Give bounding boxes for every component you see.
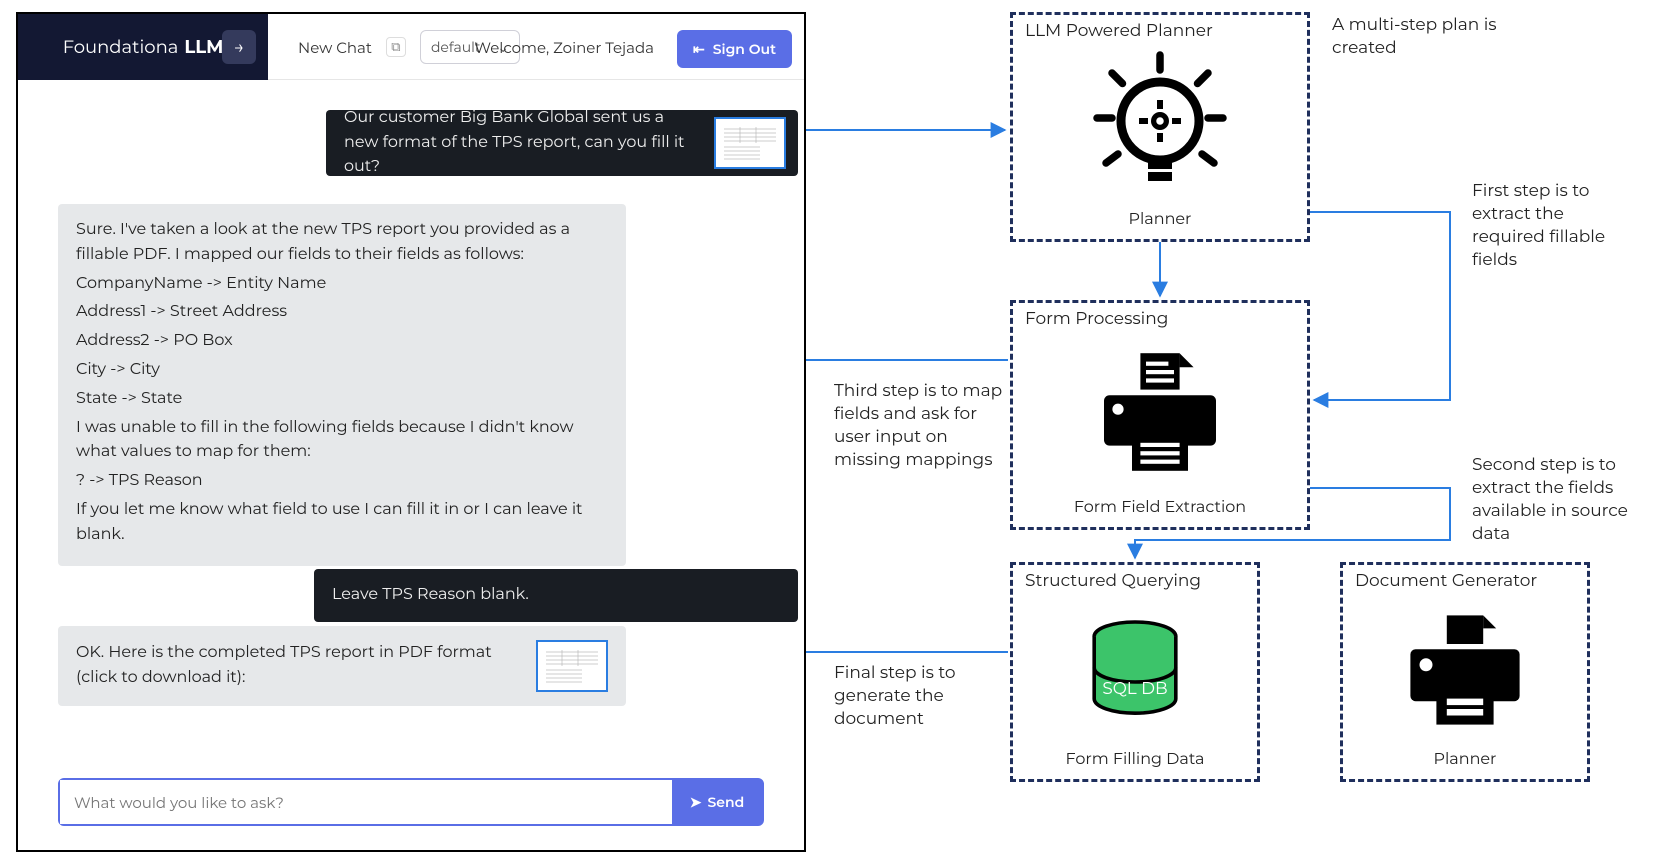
chat-input-bar: ➤ Send: [58, 778, 764, 826]
sign-out-label: Sign Out: [713, 40, 776, 58]
message-bot-2: OK. Here is the completed TPS report in …: [58, 626, 626, 706]
brand: FoundationaLLM →: [18, 14, 268, 80]
message-user-1: Our customer Big Bank Global sent us a n…: [326, 110, 798, 176]
box-form-title: Form Processing: [1025, 309, 1295, 329]
chat-header: FoundationaLLM → New Chat ⧉ default ⌄ We…: [18, 14, 804, 80]
message-user-2: Leave TPS Reason blank.: [314, 569, 798, 622]
brand-prefix: Foundationa: [63, 36, 179, 58]
box-gen-title: Document Generator: [1355, 571, 1575, 591]
bot1-line6: I was unable to fill in the following fi…: [76, 416, 608, 466]
bot1-line7: ? -> TPS Reason: [76, 469, 608, 494]
sign-out-icon: ⇤: [693, 40, 705, 58]
printer-form-icon: [1013, 337, 1307, 487]
annot-step2: Second step is to extract the fields ava…: [1472, 454, 1642, 546]
box-structured-querying: Structured Querying SQL DB Form Filling …: [1010, 562, 1260, 782]
model-select-value: default: [431, 38, 481, 56]
copy-icon[interactable]: ⧉: [386, 37, 406, 57]
annot-step1: First step is to extract the required fi…: [1472, 180, 1632, 272]
box-gen-caption: Planner: [1343, 750, 1587, 769]
box-form-processing: Form Processing Form Field Extraction: [1010, 300, 1310, 530]
attachment-tps-form-thumb[interactable]: [714, 117, 786, 169]
new-chat-label[interactable]: New Chat: [298, 38, 372, 57]
send-label: Send: [707, 793, 744, 811]
box-planner: LLM Powered Planner: [1010, 12, 1310, 242]
message-user-1-text: Our customer Big Bank Global sent us a n…: [344, 106, 700, 180]
message-bot-1: Sure. I've taken a look at the new TPS r…: [58, 204, 626, 566]
bot1-line5: State -> State: [76, 387, 608, 412]
bot1-line3: Address2 -> PO Box: [76, 329, 608, 354]
send-button[interactable]: ➤ Send: [672, 780, 762, 824]
chat-input[interactable]: [60, 780, 672, 824]
form-thumb-icon: [720, 123, 780, 163]
lightbulb-gear-icon: [1013, 49, 1307, 199]
box-planner-title: LLM Powered Planner: [1025, 21, 1295, 41]
arrow-right-icon: →: [234, 36, 245, 58]
message-user-2-text: Leave TPS Reason blank.: [332, 585, 529, 604]
database-icon: SQL DB: [1013, 605, 1257, 735]
box-form-caption: Form Field Extraction: [1013, 498, 1307, 517]
bot1-line8: If you let me know what field to use I c…: [76, 498, 608, 548]
bot1-line4: City -> City: [76, 358, 608, 383]
annot-final: Final step is to generate the document: [834, 662, 1014, 731]
annot-plan: A multi-step plan is created: [1332, 14, 1512, 60]
chat-window: FoundationaLLM → New Chat ⧉ default ⌄ We…: [16, 12, 806, 852]
collapse-sidebar-button[interactable]: →: [222, 30, 256, 64]
annot-step3: Third step is to map fields and ask for …: [834, 380, 1014, 472]
bot1-line2: Address1 -> Street Address: [76, 300, 608, 325]
box-query-title: Structured Querying: [1025, 571, 1245, 591]
box-document-generator: Document Generator Planner: [1340, 562, 1590, 782]
attachment-download-thumb[interactable]: [536, 640, 608, 692]
brand-suffix: LLM: [184, 36, 223, 58]
welcome-label: Welcome, Zoiner Tejada: [474, 14, 654, 80]
message-bot-2-text: OK. Here is the completed TPS report in …: [76, 641, 516, 691]
bot1-line0: Sure. I've taken a look at the new TPS r…: [76, 218, 608, 268]
sign-out-button[interactable]: ⇤ Sign Out: [677, 30, 792, 68]
send-icon: ➤: [690, 793, 702, 811]
bot1-line1: CompanyName -> Entity Name: [76, 272, 608, 297]
printer-icon: [1343, 605, 1587, 735]
db-label: SQL DB: [1102, 679, 1167, 699]
box-planner-caption: Planner: [1013, 210, 1307, 229]
form-thumb-icon: [542, 646, 602, 686]
box-query-caption: Form Filling Data: [1013, 750, 1257, 769]
